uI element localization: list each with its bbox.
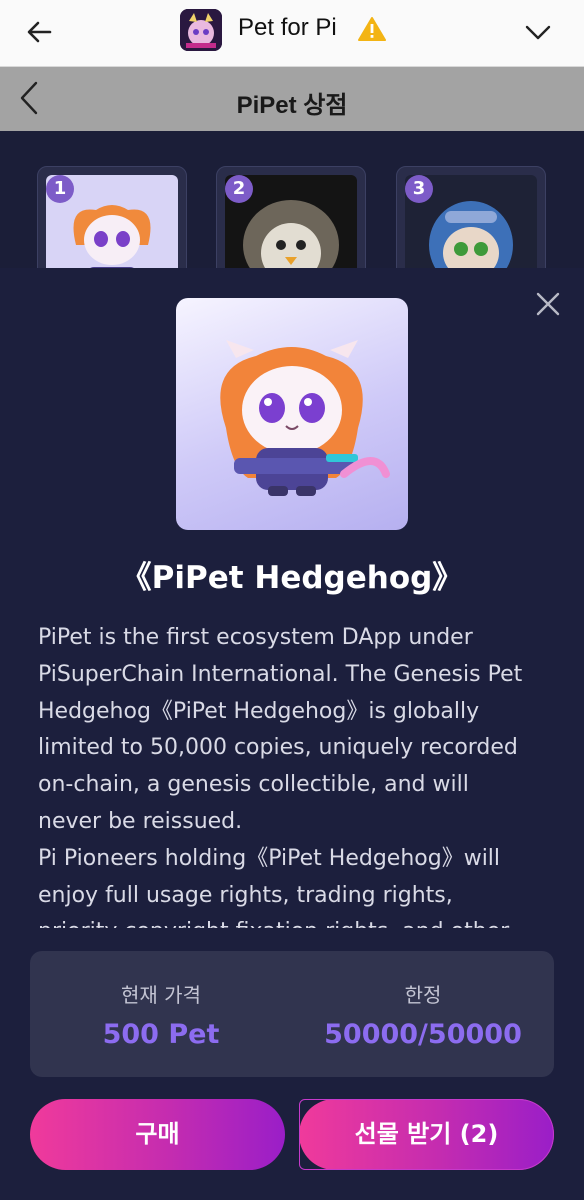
close-icon[interactable] <box>536 292 560 316</box>
description-line: Pi Pioneers holding《PiPet Hedgehog》will <box>38 845 501 871</box>
price-column: 현재 가격 500 Pet <box>30 951 292 1077</box>
pet-image <box>176 298 408 530</box>
description-line: never be reissued. <box>38 808 243 834</box>
browser-bar: Pet for Pi <box>0 0 584 67</box>
card-number: 3 <box>405 175 433 203</box>
arrow-left-icon[interactable] <box>26 18 54 46</box>
app-title: Pet for Pi <box>238 14 337 41</box>
shop-title: PiPet 상점 <box>236 92 348 119</box>
limit-label: 한정 <box>404 983 442 1007</box>
description-line: enjoy full usage rights, trading rights, <box>38 882 453 908</box>
warning-icon[interactable] <box>358 16 386 42</box>
card-number: 2 <box>225 175 253 203</box>
pet-title: 《PiPet Hedgehog》 <box>120 560 464 596</box>
shop-header: PiPet 상점 <box>0 67 584 131</box>
pet-description: PiPet is the first ecosystem DApp under … <box>38 620 554 928</box>
description-line: priority copyright fixation rights, and … <box>38 914 554 928</box>
chevron-down-icon[interactable] <box>524 18 552 46</box>
description-line: Hedgehog《PiPet Hedgehog》is globally <box>38 698 480 724</box>
limit-value: 50000/50000 <box>324 1019 522 1050</box>
description-line: on-chain, a genesis collectible, and wil… <box>38 772 469 798</box>
price-value: 500 Pet <box>102 1019 220 1050</box>
app-icon <box>180 9 222 51</box>
description-line: PiSuperChain International. The Genesis … <box>38 661 523 687</box>
buy-button[interactable]: 구매 <box>30 1099 285 1170</box>
description-line: limited to 50,000 copies, uniquely recor… <box>38 735 518 761</box>
gift-button[interactable]: 선물 받기 (2) <box>299 1099 554 1170</box>
price-info-panel: 현재 가격 500 Pet 한정 50000/50000 <box>30 951 554 1077</box>
card-number: 1 <box>46 175 74 203</box>
price-label: 현재 가격 <box>121 983 201 1007</box>
description-line: PiPet is the first ecosystem DApp under <box>38 625 473 650</box>
limit-column: 한정 50000/50000 <box>292 951 554 1077</box>
